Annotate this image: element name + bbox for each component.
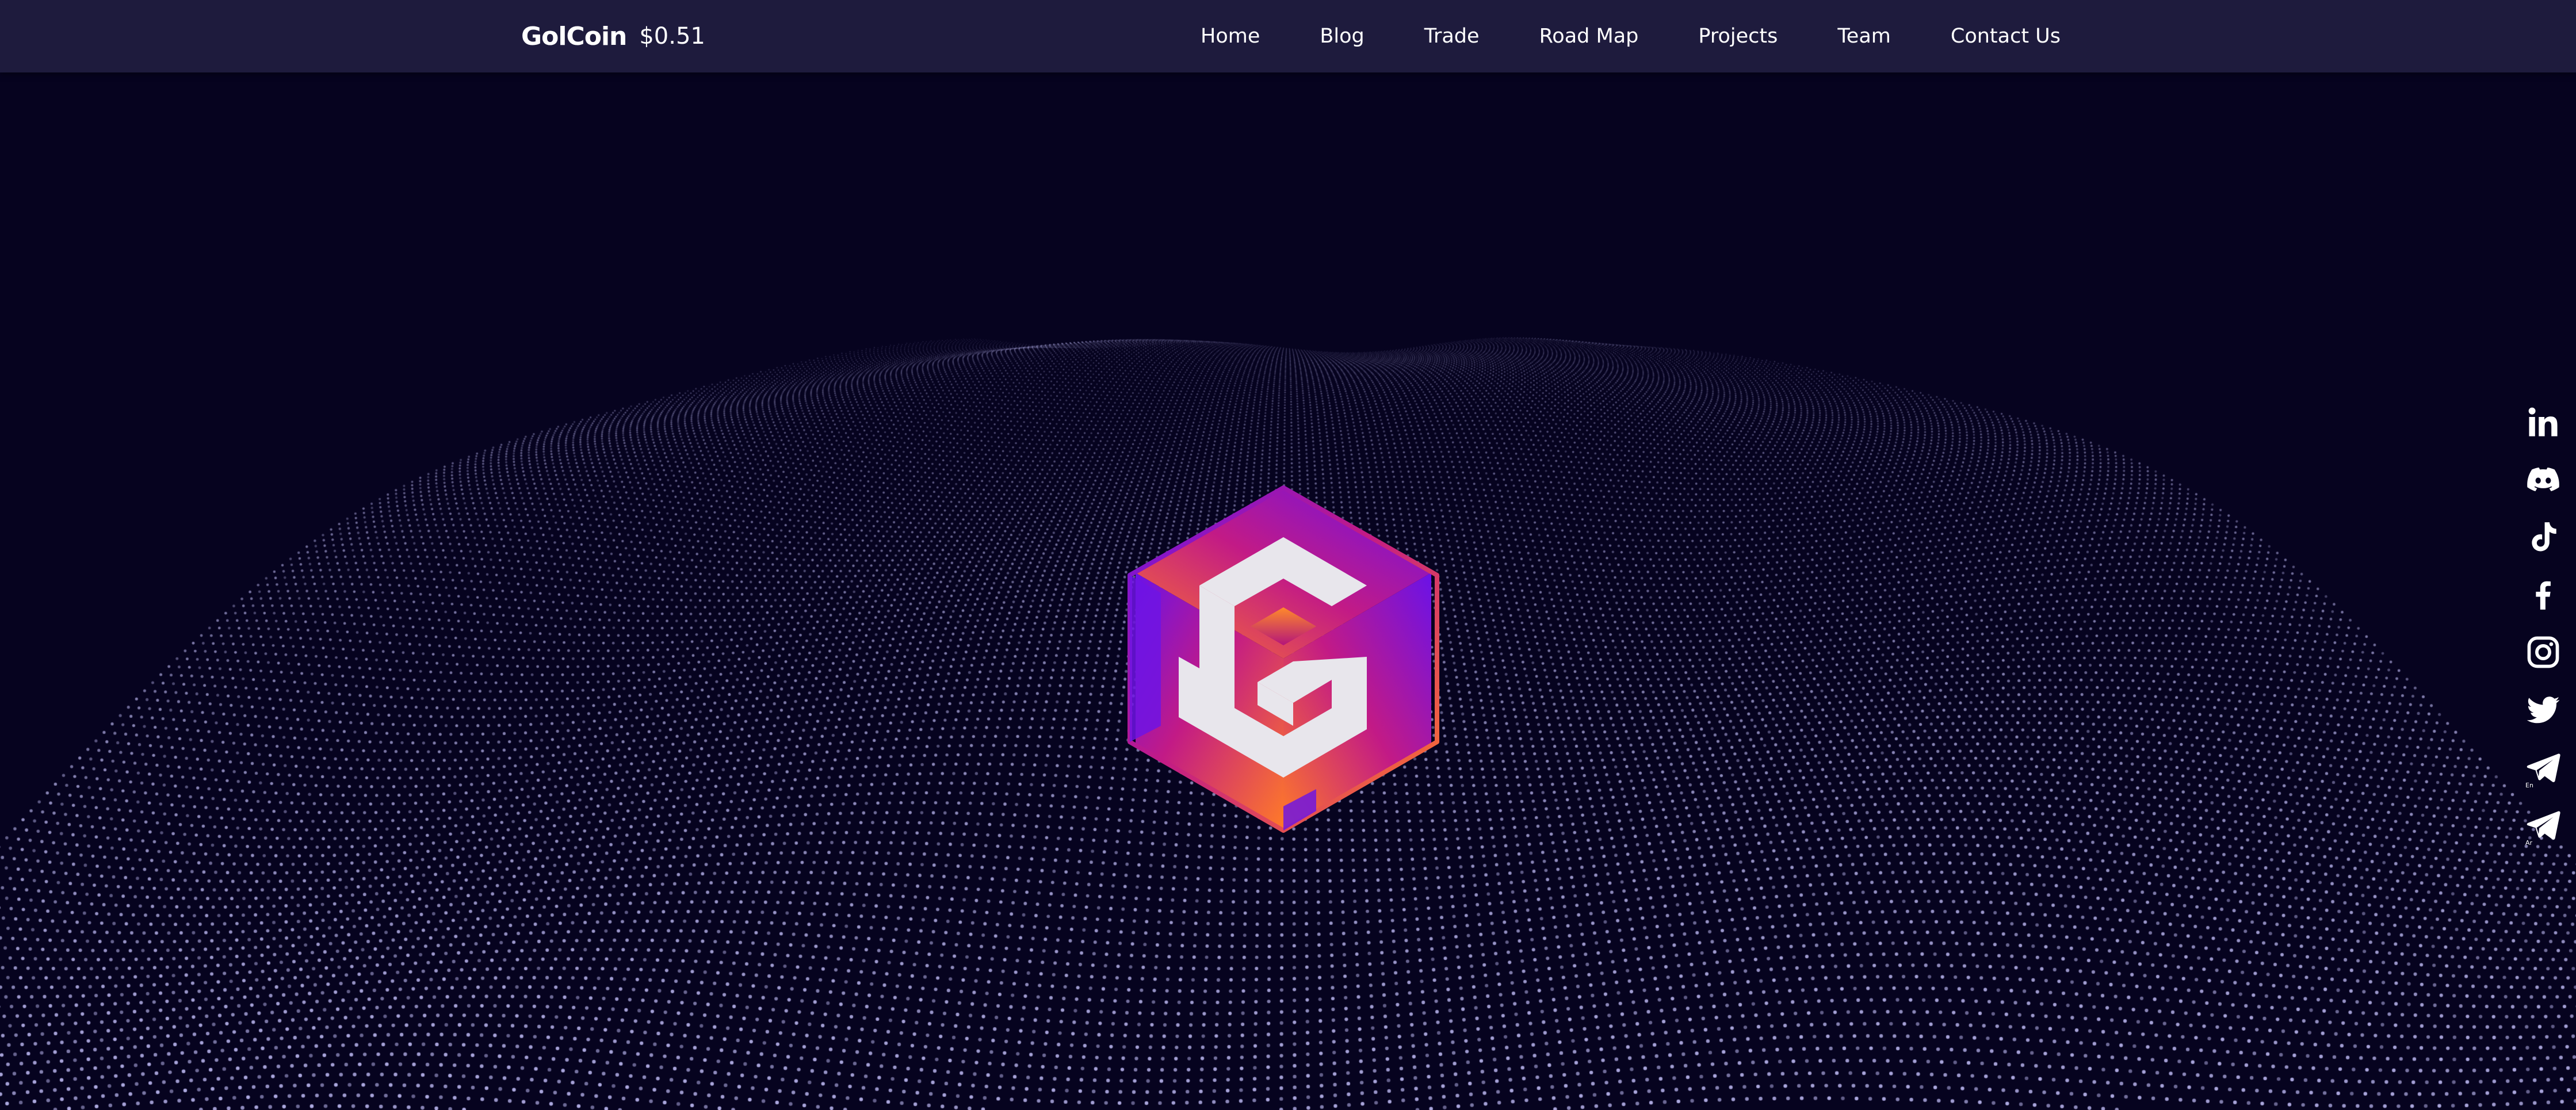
- brand-name[interactable]: GolCoin: [521, 22, 627, 51]
- nav-trade[interactable]: Trade: [1424, 25, 1480, 48]
- facebook-icon: [2536, 581, 2551, 610]
- telegram-icon: [2527, 811, 2560, 840]
- linkedin-icon: [2528, 407, 2558, 437]
- nav-road-map[interactable]: Road Map: [1539, 25, 1639, 48]
- discord-icon: [2527, 467, 2559, 492]
- brand: GolCoin $0.51: [521, 0, 705, 72]
- nav-projects[interactable]: Projects: [1698, 25, 1778, 48]
- telegram-icon: [2527, 753, 2560, 782]
- twitter-icon: [2527, 696, 2560, 724]
- telegram-en-link[interactable]: En: [2524, 748, 2562, 789]
- telegram-en-tag: En: [2525, 782, 2533, 789]
- instagram-icon: [2527, 636, 2559, 668]
- golcoin-logo: [1128, 485, 1439, 833]
- main-nav: Home Blog Trade Road Map Projects Team C…: [1201, 0, 2061, 72]
- facebook-link[interactable]: [2524, 575, 2562, 614]
- top-navbar: GolCoin $0.51 Home Blog Trade Road Map P…: [0, 0, 2576, 72]
- telegram-ar-tag: Ar: [2525, 839, 2533, 847]
- nav-blog[interactable]: Blog: [1320, 25, 1364, 48]
- telegram-ar-link[interactable]: Ar: [2524, 805, 2562, 847]
- social-links: En Ar: [2523, 403, 2563, 847]
- instagram-link[interactable]: [2524, 633, 2562, 672]
- twitter-link[interactable]: [2524, 690, 2562, 729]
- linkedin-link[interactable]: [2524, 403, 2562, 442]
- nav-home[interactable]: Home: [1201, 25, 1260, 48]
- nav-contact-us[interactable]: Contact Us: [1951, 25, 2061, 48]
- token-price: $0.51: [639, 23, 705, 49]
- tiktok-link[interactable]: [2524, 518, 2562, 557]
- discord-link[interactable]: [2524, 460, 2562, 499]
- tiktok-icon: [2532, 522, 2556, 552]
- page: GolCoin $0.51 Home Blog Trade Road Map P…: [0, 0, 2576, 1110]
- nav-team[interactable]: Team: [1837, 25, 1891, 48]
